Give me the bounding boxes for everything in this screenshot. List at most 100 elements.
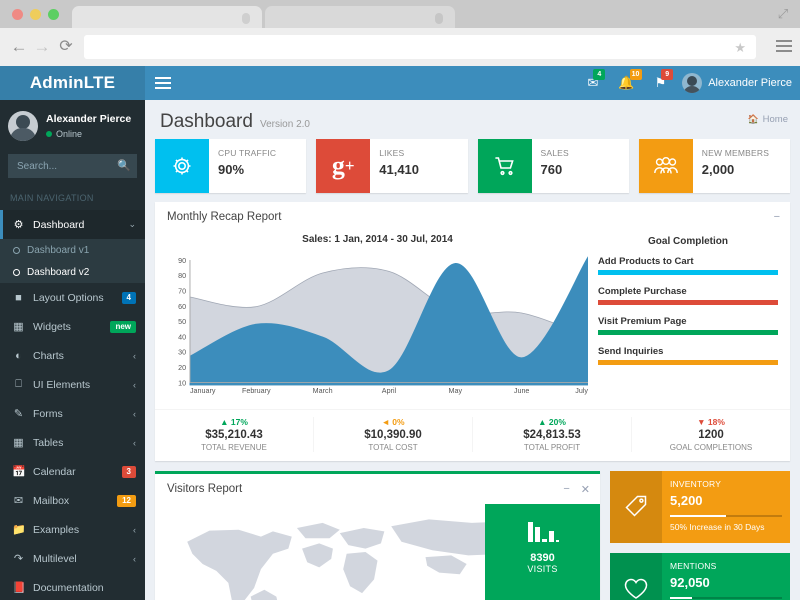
pie-chart-icon: ◐ xyxy=(12,350,25,362)
browser-toolbar: ← → ⟳ ★ xyxy=(0,28,800,66)
small-box-mentions[interactable]: MENTIONS 92,050 20% Increase in 30 Days xyxy=(610,553,790,600)
sidebar-item-documentation[interactable]: 📕 Documentation xyxy=(0,573,145,600)
sidebar-item-charts[interactable]: ◐ Charts ‹ xyxy=(0,341,145,370)
svg-text:40: 40 xyxy=(178,333,186,341)
sidebar-item-label: Layout Options xyxy=(33,292,114,304)
sidebar-item-label: Dashboard xyxy=(33,219,120,231)
info-box-sales[interactable]: SALES 760 xyxy=(478,139,629,193)
info-boxes-row: CPU TRAFFIC 90% g+ LIKES 41,410 xyxy=(155,139,790,193)
envelope-icon: ✉ xyxy=(12,494,25,507)
grid-icon: ▦ xyxy=(12,320,25,333)
navbar-right-menu: ✉ 4 🔔 10 ⚑ 9 Alexander Pierce xyxy=(577,66,800,100)
info-box-new-members[interactable]: NEW MEMBERS 2,000 xyxy=(639,139,790,193)
page-subtitle: Version 2.0 xyxy=(260,119,310,130)
stat-label: TOTAL REVENUE xyxy=(159,443,309,452)
tasks-badge: 9 xyxy=(661,69,673,80)
calendar-icon: 📅 xyxy=(12,465,25,478)
tab-close-icon[interactable] xyxy=(242,13,250,24)
sidebar-user-panel[interactable]: Alexander Pierce Online xyxy=(0,100,145,150)
svg-text:February: February xyxy=(242,387,271,395)
breadcrumb-home-label[interactable]: Home xyxy=(763,114,788,125)
minimize-window-button[interactable] xyxy=(30,9,41,20)
browser-window-chrome: ⤢ ← → ⟳ ★ xyxy=(0,0,800,66)
sidebar-item-examples[interactable]: 📁 Examples ‹ xyxy=(0,515,145,544)
sidebar-item-mailbox[interactable]: ✉ Mailbox 12 xyxy=(0,486,145,515)
stat-value: 1200 xyxy=(636,429,786,441)
visits-number: 8390 xyxy=(530,552,554,564)
info-box-number: 41,410 xyxy=(379,162,462,177)
sidebar-item-label: Calendar xyxy=(33,466,114,478)
goal-item: Complete Purchase xyxy=(598,286,778,305)
messages-menu[interactable]: ✉ 4 xyxy=(577,66,608,100)
reload-icon[interactable]: ⟳ xyxy=(57,38,75,56)
table-icon: ▦ xyxy=(12,436,25,449)
sidebar-subitem-dashboard-v2[interactable]: Dashboard v2 xyxy=(0,261,145,283)
heart-icon xyxy=(610,553,662,600)
bottom-row: Visitors Report − ✕ xyxy=(155,471,790,600)
app-logo[interactable]: AdminLTE xyxy=(0,66,145,100)
goal-item: Visit Premium Page xyxy=(598,316,778,335)
close-icon[interactable]: ✕ xyxy=(581,483,590,496)
close-window-button[interactable] xyxy=(12,9,23,20)
chevron-left-icon: ‹ xyxy=(133,554,136,564)
goal-completion-title: Goal Completion xyxy=(598,236,778,247)
stat-label: TOTAL COST xyxy=(318,443,468,452)
sidebar-item-multilevel[interactable]: ↷ Multilevel ‹ xyxy=(0,544,145,573)
notifications-menu[interactable]: 🔔 10 xyxy=(608,66,644,100)
visitors-map-body[interactable]: 8390 VISITS xyxy=(155,504,600,600)
browser-tab[interactable] xyxy=(265,6,455,28)
stat-change: ▼ 18% xyxy=(636,417,786,427)
minus-icon[interactable]: − xyxy=(774,211,780,223)
svg-text:10: 10 xyxy=(178,379,186,387)
info-box-cpu-traffic[interactable]: CPU TRAFFIC 90% xyxy=(155,139,306,193)
sidebar-item-calendar[interactable]: 📅 Calendar 3 xyxy=(0,457,145,486)
sidebar-subitem-label: Dashboard v1 xyxy=(27,245,89,256)
window-controls[interactable] xyxy=(12,9,59,20)
breadcrumb[interactable]: 🏠 Home xyxy=(747,114,788,125)
arrow-left-icon[interactable]: ← xyxy=(10,38,28,56)
info-box-likes[interactable]: g+ LIKES 41,410 xyxy=(316,139,467,193)
sidebar-subitem-dashboard-v1[interactable]: Dashboard v1 xyxy=(0,239,145,261)
goal-track xyxy=(598,360,778,365)
chevron-down-icon: ⌄ xyxy=(128,219,136,230)
svg-text:60: 60 xyxy=(178,303,186,311)
maximize-window-button[interactable] xyxy=(48,9,59,20)
sidebar-item-label: Documentation xyxy=(33,582,136,594)
stat-value: $35,210.43 xyxy=(159,429,309,441)
visits-label: VISITS xyxy=(527,564,557,574)
browser-tabbar: ⤢ xyxy=(0,0,800,28)
sales-area-chart[interactable]: 102030405060708090JanuaryFebruaryMarchAp… xyxy=(167,251,588,401)
user-menu[interactable]: Alexander Pierce xyxy=(676,73,800,93)
info-box-number: 760 xyxy=(541,162,624,177)
search-icon[interactable]: 🔍 xyxy=(117,159,131,172)
sidebar-item-forms[interactable]: ✎ Forms ‹ xyxy=(0,399,145,428)
sidebar-item-dashboard[interactable]: ⚙ Dashboard ⌄ xyxy=(0,210,145,239)
minus-icon[interactable]: − xyxy=(563,483,569,495)
tasks-menu[interactable]: ⚑ 9 xyxy=(645,66,677,100)
stat-value: $24,813.53 xyxy=(477,429,627,441)
gear-icon xyxy=(155,139,209,193)
sidebar-item-layout-options[interactable]: ■ Layout Options 4 xyxy=(0,283,145,312)
sidebar-item-tables[interactable]: ▦ Tables ‹ xyxy=(0,428,145,457)
box-tools: − xyxy=(774,202,780,232)
expand-icon[interactable]: ⤢ xyxy=(776,7,790,21)
goal-bar xyxy=(598,360,778,365)
sidebar-search-form[interactable]: 🔍 xyxy=(8,154,137,178)
star-icon[interactable]: ★ xyxy=(734,40,746,56)
tab-close-icon[interactable] xyxy=(435,13,443,24)
address-bar[interactable]: ★ xyxy=(84,35,756,59)
arrow-right-icon[interactable]: → xyxy=(33,38,51,56)
sidebar-item-widgets[interactable]: ▦ Widgets new xyxy=(0,312,145,341)
stat-total-profit: ▲ 20% $24,813.53 TOTAL PROFIT xyxy=(473,417,632,452)
small-box-inventory[interactable]: INVENTORY 5,200 50% Increase in 30 Days xyxy=(610,471,790,543)
stat-change: ▲ 17% xyxy=(159,417,309,427)
box-body: Sales: 1 Jan, 2014 - 30 Jul, 2014 102030… xyxy=(155,232,790,409)
folder-icon: 📁 xyxy=(12,523,25,536)
sidebar-item-label: Multilevel xyxy=(33,553,125,565)
stat-goal-completions: ▼ 18% 1200 GOAL COMPLETIONS xyxy=(632,417,790,452)
hamburger-menu-icon[interactable] xyxy=(776,40,792,54)
sidebar-item-label: Examples xyxy=(33,524,125,536)
browser-tab[interactable] xyxy=(72,6,262,28)
sidebar-item-ui-elements[interactable]: ⎕ UI Elements ‹ xyxy=(0,370,145,399)
sidebar-toggle-button[interactable] xyxy=(153,74,173,92)
